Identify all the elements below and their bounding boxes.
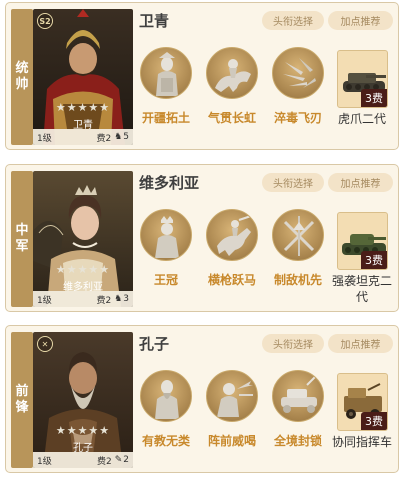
equipment-slot[interactable]: 3费 强袭坦克二代 — [332, 212, 392, 312]
hero-card-confucius: 前 锋 ✕ ★★★★★ 孔子 1级 费2 ✎ 2 孔子 头衔选择 加点推荐 有教… — [5, 325, 399, 473]
title-select-button[interactable]: 头衔选择 — [262, 334, 324, 353]
hero-portrait[interactable]: S2 ★★★★★ 卫青 1级 费2 ♞ 5 — [33, 9, 133, 145]
equipment-slot[interactable]: 3费 协同指挥车 — [332, 373, 392, 473]
equip-cost: 3费 — [361, 89, 387, 107]
equipment-slot[interactable]: 3费 虎爪二代 — [334, 50, 390, 150]
cost-text: 费2 — [96, 456, 112, 467]
glyph-count: 5 — [123, 132, 129, 142]
star-rating: ★★★★★ — [55, 424, 111, 437]
skill-label: 气贯长虹 — [207, 111, 256, 125]
skill-label: 横枪跃马 — [207, 273, 256, 287]
portrait-info-bar: 1级 费2 ✎ 2 — [33, 452, 133, 468]
crossed-weapons-icon — [272, 209, 324, 261]
level-text: 1级 — [37, 133, 52, 144]
season-badge: S2 — [37, 13, 53, 29]
star-rating: ★★★★★ — [55, 263, 111, 276]
horse-rider-icon — [206, 209, 258, 261]
level-text: 1级 — [37, 456, 52, 467]
hero-name: 维多利亚 — [139, 174, 200, 192]
portrait-info-bar: 1级 费2 ♞ 3 — [33, 291, 133, 307]
close-icon[interactable]: ✕ — [37, 336, 53, 352]
skill-slot[interactable]: 有教无类 — [138, 370, 194, 470]
tank-icon: 3费 — [337, 50, 388, 108]
blockade-vehicle-icon — [272, 370, 324, 422]
hero-card-weiqing: 统 帅 S2 ★★★★★ 卫青 1级 费2 ♞ 5 卫青 头衔选择 加点推荐 开… — [5, 2, 399, 150]
skill-slot[interactable]: 开疆拓土 — [138, 47, 194, 147]
points-recommend-button[interactable]: 加点推荐 — [328, 334, 393, 353]
portrait-info-bar: 1级 费2 ♞ 5 — [33, 129, 133, 145]
skill-slot[interactable]: 横枪跃马 — [204, 209, 260, 309]
glyph-count: 2 — [123, 455, 129, 465]
hero-portrait[interactable]: ★★★★★ 维多利亚 1级 费2 ♞ 3 — [33, 171, 133, 307]
skill-label: 淬毒飞刃 — [273, 111, 322, 125]
skill-label: 开疆拓土 — [141, 111, 190, 125]
title-select-button[interactable]: 头衔选择 — [262, 173, 324, 192]
hero-name: 孔子 — [139, 335, 170, 353]
equipment-label: 强袭坦克二代 — [331, 274, 392, 304]
command-vehicle-icon: 3费 — [337, 373, 388, 431]
cost-text: 费2 — [96, 295, 112, 306]
hero-name: 卫青 — [139, 12, 170, 30]
role-tag: 统 帅 — [11, 9, 33, 145]
points-recommend-button[interactable]: 加点推荐 — [328, 11, 393, 30]
skill-slot[interactable]: 全境封锁 — [270, 370, 326, 470]
role-tag: 中 军 — [11, 171, 33, 307]
battle-shout-icon — [206, 370, 258, 422]
star-rating: ★★★★★ — [55, 101, 111, 114]
cost-text: 费2 — [96, 133, 112, 144]
skill-label: 有教无类 — [141, 434, 190, 448]
skill-slot[interactable]: 淬毒飞刃 — [270, 47, 326, 147]
skill-slot[interactable]: 阵前威喝 — [204, 370, 260, 470]
cavalry-charge-icon — [206, 47, 258, 99]
points-recommend-button[interactable]: 加点推荐 — [328, 173, 393, 192]
horse-icon: ♞ — [114, 132, 123, 142]
horse-icon: ♞ — [114, 294, 123, 304]
soldier-statue-icon — [140, 47, 192, 99]
skill-slot[interactable]: 气贯长虹 — [204, 47, 260, 147]
skill-label: 制敌机先 — [273, 273, 322, 287]
level-text: 1级 — [37, 295, 52, 306]
equipment-label: 虎爪二代 — [337, 112, 386, 126]
equipment-label: 协同指挥车 — [331, 435, 392, 449]
brush-icon: ✎ — [114, 455, 123, 465]
tank-icon: 3费 — [337, 212, 388, 270]
skill-label: 王冠 — [153, 273, 178, 287]
hero-card-victoria: 中 军 ★★★★★ 维多利亚 1级 费2 ♞ 3 维多利亚 头衔选择 加点推荐 … — [5, 164, 399, 312]
title-select-button[interactable]: 头衔选择 — [262, 11, 324, 30]
flying-blades-icon — [272, 47, 324, 99]
role-tag: 前 锋 — [11, 332, 33, 468]
skill-slot[interactable]: 王冠 — [138, 209, 194, 309]
hero-portrait[interactable]: ✕ ★★★★★ 孔子 1级 费2 ✎ 2 — [33, 332, 133, 468]
equip-cost: 3费 — [361, 251, 387, 269]
glyph-count: 3 — [123, 294, 129, 304]
skill-label: 阵前威喝 — [207, 434, 256, 448]
skill-slot[interactable]: 制敌机先 — [270, 209, 326, 309]
crown-statue-icon — [140, 209, 192, 261]
teaching-sage-icon — [140, 370, 192, 422]
equip-cost: 3费 — [361, 412, 387, 430]
skill-label: 全境封锁 — [273, 434, 322, 448]
